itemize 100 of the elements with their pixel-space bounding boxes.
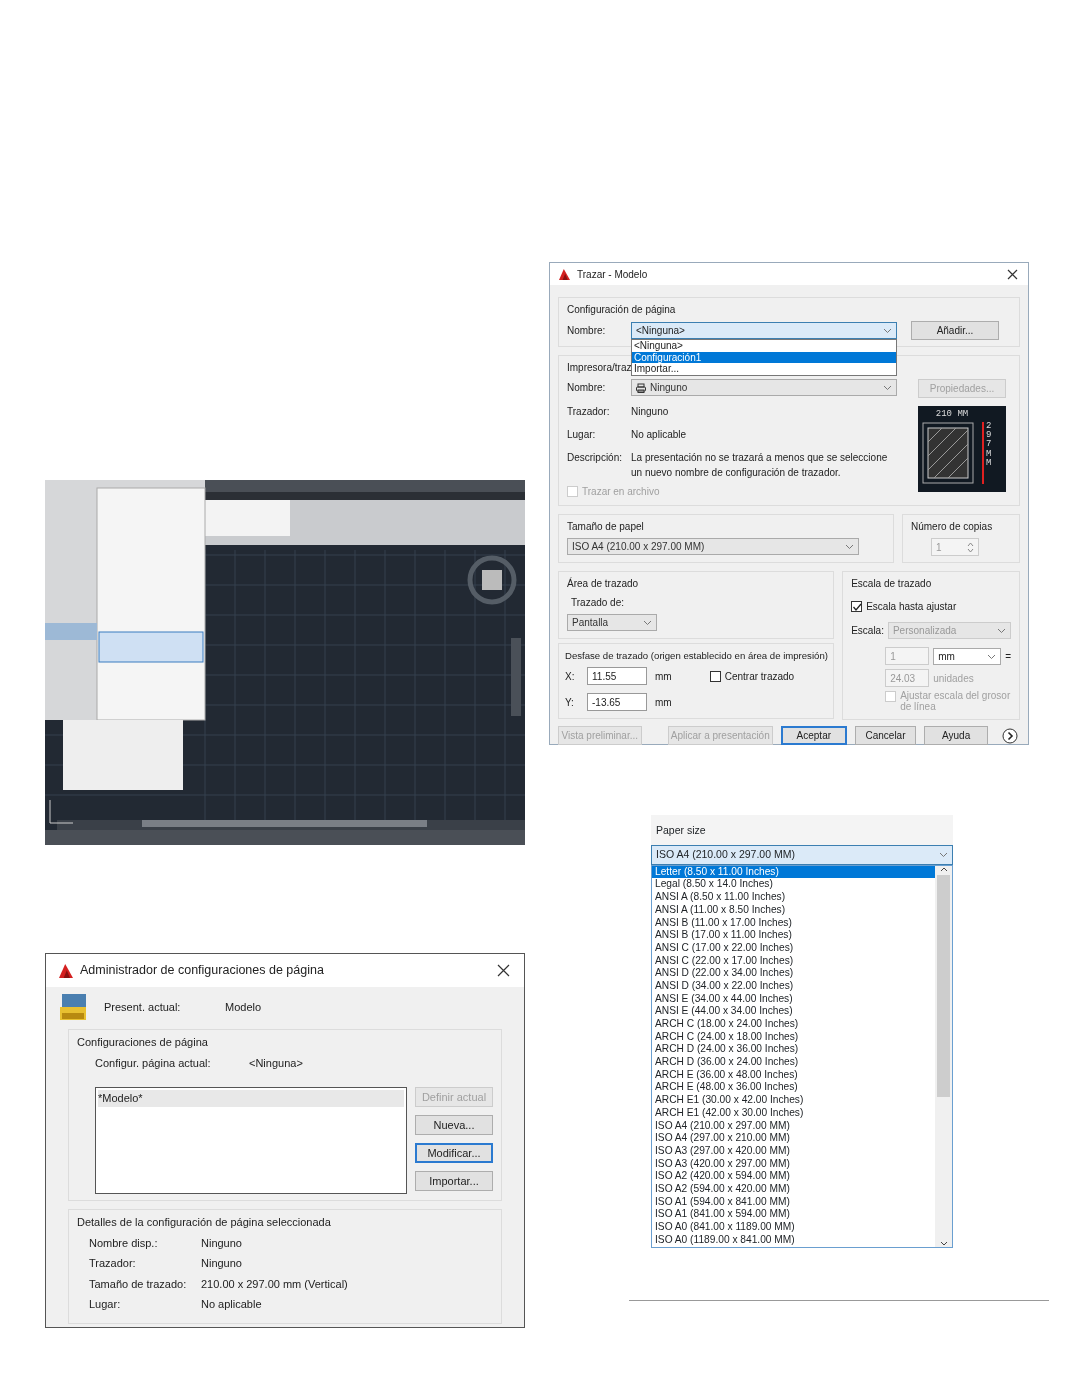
paper-size-option[interactable]: ANSI A (8.50 x 11.00 Inches) xyxy=(652,891,935,904)
detail-value: 210.00 x 297.00 mm (Vertical) xyxy=(201,1276,348,1292)
paper-size-option[interactable]: ANSI C (22.00 x 17.00 Inches) xyxy=(652,954,935,968)
paper-size-option[interactable]: Letter (8.50 x 11.00 Inches) xyxy=(652,865,935,879)
paper-size-option[interactable]: ARCH E (36.00 x 48.00 Inches) xyxy=(652,1068,935,1082)
dialog-button[interactable]: Ayuda xyxy=(924,726,988,745)
printer-icon xyxy=(636,382,646,393)
paper-size-dropdown[interactable]: ISO A4 (210.00 x 297.00 MM) xyxy=(651,844,953,865)
paper-size-option[interactable]: ISO A3 (297.00 x 420.00 MM) xyxy=(652,1144,935,1158)
paper-size-option[interactable]: ARCH E1 (42.00 x 30.00 Inches) xyxy=(652,1106,935,1120)
expand-button[interactable] xyxy=(1000,727,1020,744)
paper-size-option[interactable]: ISO A3 (420.00 x 297.00 MM) xyxy=(652,1157,935,1171)
info-value: No aplicable xyxy=(631,428,688,442)
info-label: Descripción: xyxy=(567,451,624,465)
paper-size-option[interactable]: ANSI C (17.00 x 22.00 Inches) xyxy=(652,941,935,955)
field-label: Trazado de: xyxy=(570,596,625,610)
group-legend: Configuración de página xyxy=(567,302,676,317)
unit-dropdown[interactable]: mm xyxy=(933,647,1002,665)
paper-size-label: Paper size xyxy=(651,815,953,845)
info-value: La presentación no se trazará a menos que se seleccione un nuevo nombre de configuración de trazador. xyxy=(631,451,889,480)
add-button[interactable]: Añadir... xyxy=(911,321,999,340)
caret-icon xyxy=(643,619,652,626)
caret-icon xyxy=(883,327,892,334)
paper-size-dropdown[interactable]: ISO A4 (210.00 x 297.00 MM) xyxy=(567,538,859,555)
name-dropdown[interactable]: <Ninguna> xyxy=(631,322,897,339)
info-label: Lugar: xyxy=(567,428,597,442)
dropdown-option[interactable]: Importar... xyxy=(632,363,896,375)
checkmark-icon xyxy=(851,601,862,612)
dimension-label: 297 MM xyxy=(982,421,991,484)
detail-label: Nombre disp.: xyxy=(89,1235,159,1251)
spinner-arrows-icon xyxy=(967,541,974,553)
paper-size-option[interactable]: ISO A1 (594.00 x 841.00 MM) xyxy=(652,1195,935,1209)
paper-size-option[interactable]: ISO A2 (420.00 x 594.00 MM) xyxy=(652,1170,935,1183)
setup-button[interactable]: Modificar... xyxy=(415,1143,493,1163)
paper-size-option[interactable]: ANSI D (34.00 x 22.00 Inches) xyxy=(652,979,935,993)
name-label: Nombre: xyxy=(567,324,607,338)
caret-icon xyxy=(883,384,892,391)
close-button[interactable] xyxy=(495,963,512,978)
document-icon xyxy=(60,993,88,1021)
dimension-label: 210 MM xyxy=(934,408,970,421)
paper-size-option[interactable]: ISO A1 (841.00 x 594.00 MM) xyxy=(652,1208,935,1221)
paper-size-option[interactable]: ANSI B (17.00 x 11.00 Inches) xyxy=(652,929,935,942)
printer-dropdown[interactable]: Ninguno xyxy=(631,379,897,396)
dialog-title: Administrador de configuraciones de página xyxy=(80,962,324,980)
setup-button[interactable]: Importar... xyxy=(415,1171,493,1191)
caret-icon xyxy=(997,627,1006,634)
scroll-down-icon xyxy=(939,1239,948,1247)
paper-size-option[interactable]: ARCH D (36.00 x 24.00 Inches) xyxy=(652,1056,935,1069)
group-legend: Desfase de trazado (origen establecido en área de impresión) xyxy=(565,649,828,664)
dialog-button[interactable]: Aceptar xyxy=(780,726,847,745)
checkbox-label: Centrar trazado xyxy=(724,669,795,684)
axis-label: X: xyxy=(565,669,576,684)
detail-label: Lugar: xyxy=(89,1297,122,1312)
checkbox[interactable] xyxy=(851,601,863,612)
paper-size-option[interactable]: ARCH D (24.00 x 36.00 Inches) xyxy=(652,1043,935,1057)
close-icon xyxy=(497,964,510,978)
paper-size-option[interactable]: ISO A2 (594.00 x 420.00 MM) xyxy=(652,1182,935,1196)
dropdown-option[interactable]: <Ninguna> xyxy=(632,340,896,352)
paper-size-option[interactable]: ISO A0 (1189.00 x 841.00 MM) xyxy=(652,1233,935,1247)
paper-size-option[interactable]: ARCH E (48.00 x 36.00 Inches) xyxy=(652,1081,935,1095)
plot-area-dropdown[interactable]: Pantalla xyxy=(567,614,657,631)
paper-size-option[interactable]: ARCH C (18.00 x 24.00 Inches) xyxy=(652,1018,935,1031)
paper-size-option[interactable]: ANSI D (22.00 x 34.00 Inches) xyxy=(652,967,935,980)
group-legend: Configuraciones de página xyxy=(77,1034,208,1051)
checkbox[interactable] xyxy=(709,670,721,682)
paper-size-option[interactable]: ANSI B (11.00 x 17.00 Inches) xyxy=(652,916,935,930)
group-legend: Escala de trazado xyxy=(851,576,1011,591)
paper-size-option[interactable]: ISO A4 (297.00 x 210.00 MM) xyxy=(652,1132,935,1145)
dialog-button[interactable]: Cancelar xyxy=(854,726,917,745)
paper-size-option[interactable]: ANSI E (44.00 x 34.00 Inches) xyxy=(652,1005,935,1018)
scroll-up-icon xyxy=(939,865,948,873)
info-value: Ninguno xyxy=(631,405,670,419)
checkbox-label: Ajustar escala del grosor de línea xyxy=(900,691,1011,712)
paper-size-option[interactable]: ANSI A (11.00 x 8.50 Inches) xyxy=(652,903,935,917)
offset-x-field[interactable]: 11.55 xyxy=(587,667,647,686)
setup-button[interactable]: Nueva... xyxy=(415,1115,493,1135)
close-icon xyxy=(1007,268,1018,280)
axis-label: Y: xyxy=(565,695,575,710)
scrollbar[interactable] xyxy=(935,865,952,1247)
paper-size-option[interactable]: ARCH C (24.00 x 18.00 Inches) xyxy=(652,1030,935,1044)
current-setup-value: <Ninguna> xyxy=(249,1055,303,1071)
detail-value: Ninguno xyxy=(201,1235,242,1251)
name-label: Nombre: xyxy=(567,381,607,395)
setup-list-item[interactable]: *Modelo* xyxy=(98,1090,404,1107)
paper-size-option[interactable]: ISO A4 (210.00 x 297.00 MM) xyxy=(652,1119,935,1133)
app-logo-icon xyxy=(558,267,571,281)
caret-icon xyxy=(987,652,997,660)
dropdown-option[interactable]: Configuración1 xyxy=(632,351,896,363)
offset-y-field[interactable]: -13.65 xyxy=(587,693,647,712)
checkbox-label: Trazar en archivo xyxy=(582,485,660,499)
paper-size-option[interactable]: ISO A0 (841.00 x 1189.00 MM) xyxy=(652,1221,935,1234)
unit-label: mm xyxy=(655,695,672,710)
scrollbar-thumb[interactable] xyxy=(937,874,950,1097)
paper-size-option[interactable]: Legal (8.50 x 14.0 Inches) xyxy=(652,878,935,892)
paper-size-option[interactable]: ARCH E1 (30.00 x 42.00 Inches) xyxy=(652,1094,935,1107)
paper-size-option[interactable]: ANSI E (34.00 x 44.00 Inches) xyxy=(652,992,935,1006)
group-legend: Detalles de la configuración de página seleccionada xyxy=(77,1214,331,1231)
current-layout-value: Modelo xyxy=(225,999,262,1015)
paper-sheet-drawing xyxy=(922,421,974,484)
close-button[interactable] xyxy=(1005,268,1020,280)
